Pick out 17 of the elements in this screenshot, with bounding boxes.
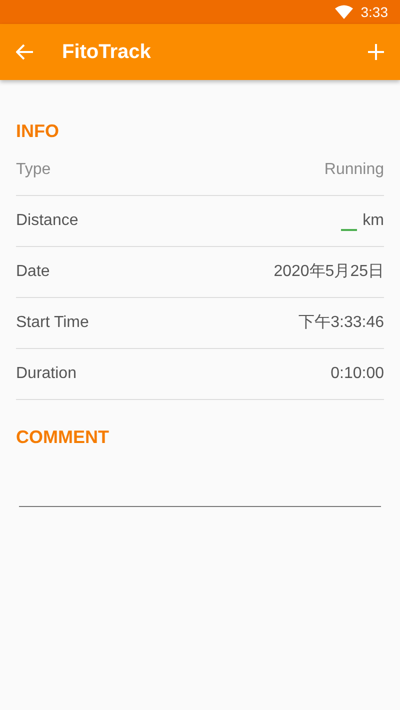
field-label: Start Time (16, 313, 89, 333)
field-value: Running (324, 160, 384, 180)
section-heading: COMMENT (16, 427, 109, 447)
field-value: 2020年5月25日 (274, 262, 384, 282)
field-label: Type (16, 160, 51, 180)
field-label: Date (16, 262, 50, 282)
field-value: 0:10:00 (330, 364, 384, 384)
field-label: Duration (16, 364, 76, 384)
section-heading: INFO (16, 121, 59, 141)
add-button[interactable] (368, 44, 384, 60)
wifi-icon (334, 5, 353, 19)
status-time: 3:33 (360, 2, 388, 22)
app-title: FitoTrack (62, 40, 151, 65)
back-button[interactable] (16, 44, 34, 60)
unit-label: km (362, 211, 384, 231)
field-label: Distance (16, 211, 78, 231)
field-value: 下午3:33:46 (298, 313, 384, 333)
